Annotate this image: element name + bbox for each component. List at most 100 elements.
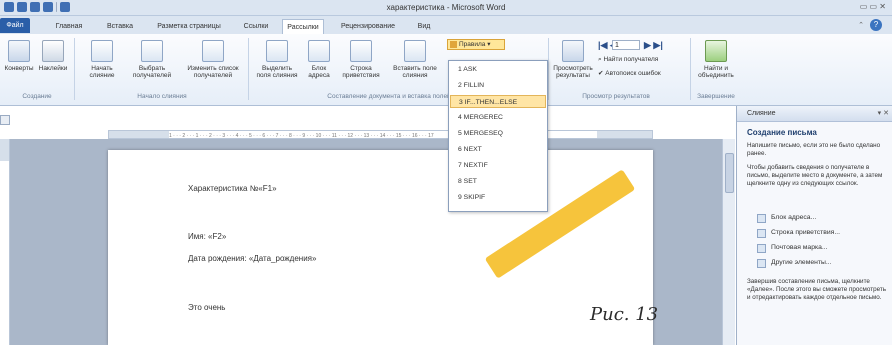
auto-check-label: Автопоиск ошибок bbox=[605, 70, 661, 77]
record-number-input[interactable]: 1 bbox=[612, 40, 640, 50]
address-block-icon bbox=[308, 40, 330, 62]
vertical-scrollbar[interactable] bbox=[722, 139, 735, 345]
link-address-block[interactable]: Блок адреса... bbox=[757, 214, 817, 223]
group-preview-label: Просмотр результатов bbox=[582, 93, 650, 100]
ribbon-mailings: Конверты Наклейки Создание Начать слияни… bbox=[0, 34, 892, 106]
group-divider bbox=[548, 38, 549, 100]
rules-icon bbox=[450, 41, 457, 48]
rule-fillin[interactable]: 2 FILLIN bbox=[450, 79, 546, 92]
rule-ask[interactable]: 1 ASK bbox=[450, 63, 546, 76]
link-greeting-line[interactable]: Строка приветствия... bbox=[757, 229, 841, 238]
start-merge-button[interactable]: Начать слияние bbox=[80, 40, 124, 79]
link-postage[interactable]: Почтовая марка... bbox=[757, 244, 828, 253]
group-divider bbox=[248, 38, 249, 100]
rules-label: Правила bbox=[459, 41, 486, 48]
title-bar: характеристика - Microsoft Word ▭ ▭ ✕ bbox=[0, 0, 892, 16]
task-pane-instructions: Чтобы добавить сведения о получателе в п… bbox=[747, 164, 883, 187]
start-merge-label: Начать слияние bbox=[89, 65, 115, 79]
rule-next[interactable]: 6 NEXT bbox=[450, 143, 546, 156]
address-block-icon bbox=[757, 214, 766, 223]
tab-home[interactable]: Главная bbox=[50, 19, 88, 34]
vertical-ruler[interactable] bbox=[0, 139, 10, 345]
link-greeting-line-label: Строка приветствия... bbox=[771, 229, 841, 236]
group-divider bbox=[74, 38, 75, 100]
task-pane-intro: Напишите письмо, если это не было сделан… bbox=[747, 142, 881, 157]
preview-results-label: Просмотреть результаты bbox=[553, 65, 593, 79]
tab-mailings[interactable]: Рассылки bbox=[282, 19, 324, 34]
tab-references[interactable]: Ссылки bbox=[240, 19, 272, 34]
insert-field-label: Вставить поле слияния bbox=[393, 65, 437, 79]
insert-field-icon bbox=[404, 40, 426, 62]
close-pane-icon[interactable]: ▾ ✕ bbox=[878, 109, 889, 117]
help-icon[interactable]: ? bbox=[870, 19, 882, 31]
task-pane-title: Слияние bbox=[747, 110, 776, 117]
tab-page-layout[interactable]: Разметка страницы bbox=[150, 19, 228, 34]
find-recipient-label: Найти получателя bbox=[603, 56, 659, 63]
link-more-items[interactable]: Другие элементы... bbox=[757, 259, 832, 268]
ruler-margin-left bbox=[109, 131, 169, 138]
figure-caption: Рис. 13 bbox=[590, 304, 659, 325]
address-block-label: Блок адреса bbox=[308, 65, 330, 79]
edit-list-icon bbox=[202, 40, 224, 62]
next-record-icon[interactable]: ▶ ▶| bbox=[644, 40, 663, 51]
envelopes-button[interactable]: Конверты bbox=[4, 40, 34, 72]
ribbon-tabs: Файл Главная Вставка Разметка страницы С… bbox=[0, 16, 892, 34]
rule-set[interactable]: 8 SET bbox=[450, 175, 546, 188]
link-address-block-label: Блок адреса... bbox=[771, 214, 817, 221]
recipients-icon bbox=[141, 40, 163, 62]
rule-if-then-else[interactable]: 3 IF...THEN...ELSE bbox=[450, 95, 546, 108]
finish-merge-button[interactable]: Найти и объединить bbox=[694, 40, 738, 79]
tab-file[interactable]: Файл bbox=[0, 18, 30, 33]
highlight-fields-label: Выделить поля слияния bbox=[256, 65, 298, 79]
rules-dropdown-menu: 1 ASK 2 FILLIN 3 IF...THEN...ELSE 4 MERG… bbox=[448, 60, 548, 212]
tab-review[interactable]: Рецензирование bbox=[336, 19, 400, 34]
edit-list-label: Изменить список получателей bbox=[187, 65, 239, 79]
highlight-fields-button[interactable]: Выделить поля слияния bbox=[254, 40, 300, 79]
mail-merge-task-pane: Слияние ▾ ✕ Создание письма Напишите пис… bbox=[736, 106, 892, 345]
doc-line-birthdate[interactable]: Дата рождения: «Дата_рождения» bbox=[188, 254, 316, 263]
greeting-line-button[interactable]: Строка приветствия bbox=[338, 40, 384, 79]
preview-results-icon bbox=[562, 40, 584, 62]
select-recipients-label: Выбрать получателей bbox=[132, 65, 172, 79]
group-finish-label: Завершение bbox=[697, 93, 735, 100]
minimize-ribbon-icon[interactable]: ⌃ bbox=[858, 21, 864, 29]
document-page[interactable]: Характеристика №«F1» Имя: «F2» Дата рожд… bbox=[108, 150, 653, 345]
greeting-line-icon bbox=[350, 40, 372, 62]
rule-skipif[interactable]: 9 SKIPIF bbox=[450, 191, 546, 204]
insert-merge-field-button[interactable]: Вставить поле слияния bbox=[388, 40, 442, 79]
window-controls[interactable]: ▭ ▭ ✕ bbox=[860, 2, 886, 11]
labels-button[interactable]: Наклейки bbox=[36, 40, 70, 72]
doc-line-text[interactable]: Это очень bbox=[188, 303, 225, 312]
auto-check-errors-button[interactable]: ✔ Автопоиск ошибок bbox=[598, 69, 661, 77]
rules-button[interactable]: Правила ▾ bbox=[447, 39, 505, 50]
find-recipient-button[interactable]: ⌕ Найти получателя bbox=[598, 56, 658, 64]
select-recipients-button[interactable]: Выбрать получателей bbox=[128, 40, 176, 79]
tab-view[interactable]: Вид bbox=[412, 19, 436, 34]
scrollbar-thumb[interactable] bbox=[725, 153, 734, 193]
task-pane-subtitle: Создание письма bbox=[747, 128, 817, 137]
postage-icon bbox=[757, 244, 766, 253]
labels-icon bbox=[42, 40, 64, 62]
rule-mergerec[interactable]: 4 MERGEREC bbox=[450, 111, 546, 124]
finish-merge-icon bbox=[705, 40, 727, 62]
link-more-items-label: Другие элементы... bbox=[771, 259, 832, 266]
tab-insert[interactable]: Вставка bbox=[102, 19, 138, 34]
ruler-margin-right bbox=[597, 131, 652, 138]
doc-line-name[interactable]: Имя: «F2» bbox=[188, 232, 226, 241]
preview-results-button[interactable]: Просмотреть результаты bbox=[552, 40, 594, 79]
finish-merge-label: Найти и объединить bbox=[698, 65, 734, 79]
doc-line-title[interactable]: Характеристика №«F1» bbox=[188, 184, 277, 193]
labels-label: Наклейки bbox=[38, 65, 68, 72]
rule-mergeseq[interactable]: 5 MERGESEQ bbox=[450, 127, 546, 140]
horizontal-ruler[interactable]: 1 · · · 2 · · · 1 · · · 2 · · · 3 · · · … bbox=[108, 130, 653, 139]
rule-nextif[interactable]: 7 NEXTIF bbox=[450, 159, 546, 172]
edit-recipient-list-button[interactable]: Изменить список получателей bbox=[182, 40, 244, 79]
window-title: характеристика - Microsoft Word bbox=[386, 3, 506, 12]
greeting-line-label: Строка приветствия bbox=[342, 65, 380, 79]
greeting-line-icon bbox=[757, 229, 766, 238]
ruler-margin-top bbox=[0, 139, 9, 161]
group-divider bbox=[690, 38, 691, 100]
address-block-button[interactable]: Блок адреса bbox=[304, 40, 334, 79]
link-postage-label: Почтовая марка... bbox=[771, 244, 828, 251]
ruler-toggle-icon[interactable] bbox=[0, 115, 10, 125]
